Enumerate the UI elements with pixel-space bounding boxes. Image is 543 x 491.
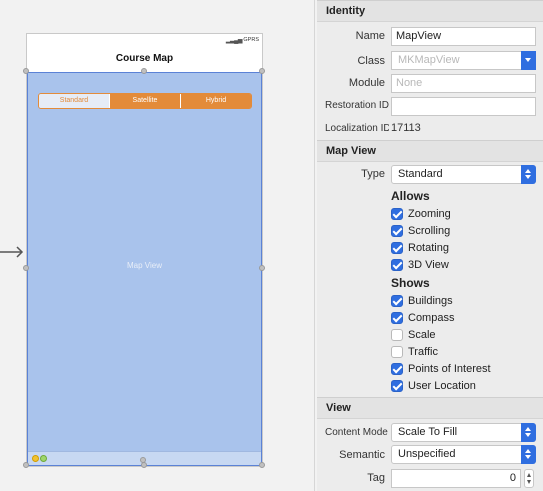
tag-label: Tag: [367, 472, 385, 484]
checkbox-label: Scrolling: [408, 225, 451, 237]
module-label: Module: [348, 77, 385, 89]
storyboard-canvas[interactable]: ▂▃▄▅ GPRS Course Map Standard Satellite …: [0, 0, 293, 491]
resize-handle-br[interactable]: [259, 462, 265, 468]
entry-point-arrow-icon: [0, 246, 24, 258]
checkbox-icon[interactable]: [391, 295, 403, 307]
checkbox-icon[interactable]: [391, 312, 403, 324]
checkbox-label: 3D View: [408, 259, 449, 271]
section-header-view[interactable]: View: [317, 397, 543, 419]
checkbox-traffic[interactable]: Traffic: [391, 345, 438, 359]
up-down-chevron-icon[interactable]: [521, 423, 536, 442]
signal-icon: ▂▃▄▅: [225, 38, 243, 44]
class-combo[interactable]: MKMapView: [391, 51, 536, 70]
tag-field[interactable]: 0: [391, 469, 521, 488]
checkbox-rotating[interactable]: Rotating: [391, 241, 449, 255]
checkbox-label: User Location: [408, 380, 476, 392]
panel-divider[interactable]: [293, 0, 317, 491]
semantic-popup-value: Unspecified: [398, 448, 456, 460]
segment-hybrid[interactable]: Hybrid: [181, 94, 251, 108]
shows-title: Shows: [391, 276, 430, 290]
checkbox-user-location[interactable]: User Location: [391, 379, 476, 393]
chevron-down-icon[interactable]: [521, 51, 536, 70]
allows-title: Allows: [391, 189, 430, 203]
module-field[interactable]: None: [391, 74, 536, 93]
class-combo-text: MKMapView: [398, 54, 460, 66]
map-type-popup[interactable]: Standard: [391, 165, 536, 184]
map-view-label: Map View: [127, 261, 162, 270]
checkbox-icon[interactable]: [391, 225, 403, 237]
checkbox-zooming[interactable]: Zooming: [391, 207, 451, 221]
checkbox-compass[interactable]: Compass: [391, 311, 454, 325]
carrier-label: GPRS: [243, 37, 259, 43]
checkbox-scale[interactable]: Scale: [391, 328, 436, 342]
tag-stepper[interactable]: [524, 469, 534, 488]
view-controller-scene[interactable]: ▂▃▄▅ GPRS Course Map Standard Satellite …: [23, 33, 265, 468]
checkbox-icon[interactable]: [391, 363, 403, 375]
content-mode-popup-value: Scale To Fill: [398, 426, 458, 438]
checkbox-scrolling[interactable]: Scrolling: [391, 224, 450, 238]
type-label: Type: [361, 168, 385, 180]
resize-handle-tl[interactable]: [23, 68, 29, 74]
name-label: Name: [355, 30, 385, 42]
checkbox-buildings[interactable]: Buildings: [391, 294, 453, 308]
map-type-segmented-control[interactable]: Standard Satellite Hybrid: [38, 93, 252, 109]
checkbox-icon[interactable]: [391, 242, 403, 254]
localization-id-value: 17113: [391, 122, 421, 134]
class-label: Class: [357, 55, 385, 67]
restoration-id-field[interactable]: [391, 97, 536, 116]
name-field[interactable]: MapView: [391, 27, 536, 46]
resize-handle-tr[interactable]: [259, 68, 265, 74]
up-down-chevron-icon[interactable]: [521, 445, 536, 464]
identity-attributes-inspector: Identity Name MapView Class MKMapView Mo…: [317, 0, 543, 491]
map-type-popup-value: Standard: [398, 168, 443, 180]
checkbox-icon[interactable]: [391, 380, 403, 392]
checkbox-icon[interactable]: [391, 346, 403, 358]
localization-id-label: Localization ID: [325, 123, 389, 134]
checkbox-icon[interactable]: [391, 329, 403, 341]
checkbox-icon[interactable]: [391, 208, 403, 220]
content-mode-label: Content Mode: [325, 427, 388, 438]
map-view[interactable]: Standard Satellite Hybrid Map View: [27, 72, 262, 466]
checkbox-points-of-interest[interactable]: Points of Interest: [391, 362, 491, 376]
section-header-map-view[interactable]: Map View: [317, 140, 543, 162]
section-header-identity[interactable]: Identity: [317, 0, 543, 22]
resize-handle-tc[interactable]: [141, 68, 147, 74]
checkbox-label: Zooming: [408, 208, 451, 220]
checkbox-label: Rotating: [408, 242, 449, 254]
segment-satellite[interactable]: Satellite: [110, 94, 181, 108]
first-responder-icon[interactable]: [40, 455, 47, 462]
resize-handle-bl[interactable]: [23, 462, 29, 468]
resize-handle-mr[interactable]: [259, 265, 265, 271]
checkbox-label: Points of Interest: [408, 363, 491, 375]
checkbox-label: Scale: [408, 329, 436, 341]
segment-standard[interactable]: Standard: [39, 94, 110, 108]
view-controller-icon[interactable]: [32, 455, 39, 462]
resize-handle-bc[interactable]: [141, 462, 147, 468]
nav-title: Course Map: [115, 53, 174, 64]
checkbox-label: Traffic: [408, 346, 438, 358]
semantic-label: Semantic: [339, 449, 385, 461]
resize-handle-ml[interactable]: [23, 265, 29, 271]
checkbox-label: Compass: [408, 312, 455, 324]
restoration-id-label: Restoration ID: [325, 100, 389, 111]
checkbox-3d-view[interactable]: 3D View: [391, 258, 449, 272]
checkbox-icon[interactable]: [391, 259, 403, 271]
status-bar: ▂▃▄▅ GPRS: [27, 34, 262, 46]
semantic-popup[interactable]: Unspecified: [391, 445, 536, 464]
checkbox-label: Buildings: [408, 295, 453, 307]
up-down-chevron-icon[interactable]: [521, 165, 536, 184]
content-mode-popup[interactable]: Scale To Fill: [391, 423, 536, 442]
